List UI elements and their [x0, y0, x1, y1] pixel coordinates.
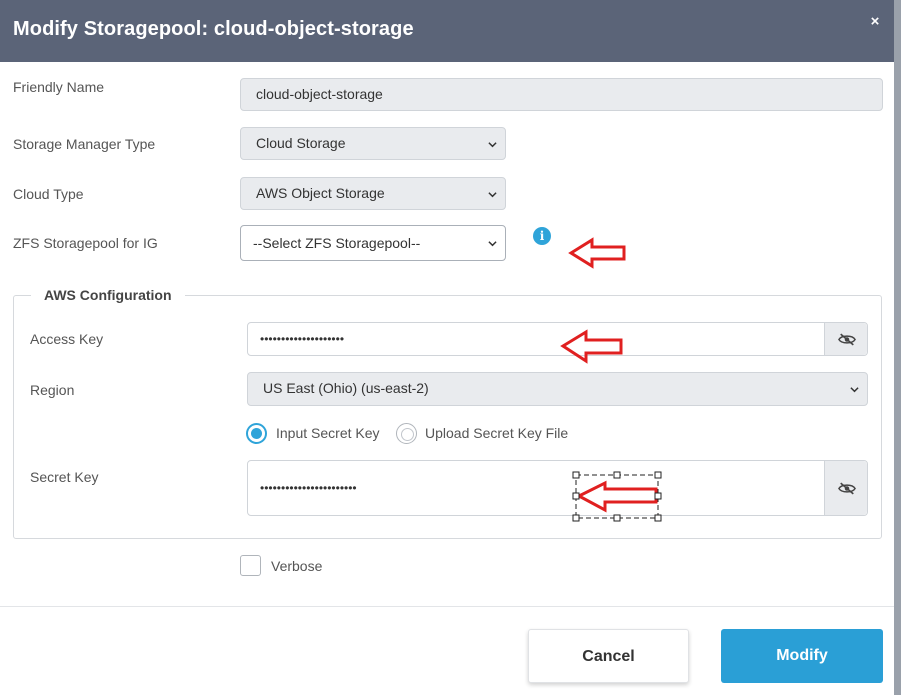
secret-key-label: Secret Key — [30, 469, 99, 485]
chevron-down-icon — [488, 142, 497, 148]
verbose-label[interactable]: Verbose — [271, 558, 322, 574]
annotation-arrow-icon — [568, 237, 626, 269]
dialog-title: Modify Storagepool: cloud-object-storage — [13, 18, 414, 40]
verbose-checkbox[interactable] — [240, 555, 261, 576]
storage-manager-type-select[interactable]: Cloud Storage — [240, 127, 506, 160]
aws-configuration-legend: AWS Configuration — [31, 287, 185, 303]
cloud-type-label: Cloud Type — [13, 186, 84, 202]
zfs-storagepool-label: ZFS Storagepool for IG — [13, 235, 158, 251]
upload-secret-key-file-label[interactable]: Upload Secret Key File — [425, 425, 568, 441]
cloud-type-select[interactable]: AWS Object Storage — [240, 177, 506, 210]
cloud-type-value: AWS Object Storage — [256, 185, 385, 201]
cancel-button[interactable]: Cancel — [528, 629, 689, 683]
secret-key-field[interactable]: ••••••••••••••••••••••• — [247, 460, 868, 516]
access-key-visibility-toggle[interactable] — [824, 323, 867, 355]
eye-slash-icon — [838, 333, 856, 346]
dialog-header: Modify Storagepool: cloud-object-storage… — [0, 0, 894, 62]
info-icon[interactable]: i — [533, 227, 551, 245]
annotation-selection-arrow-icon — [572, 471, 662, 522]
chevron-down-icon — [488, 192, 497, 198]
friendly-name-label: Friendly Name — [13, 79, 105, 95]
modify-button[interactable]: Modify — [721, 629, 883, 683]
access-key-label: Access Key — [30, 331, 104, 347]
region-value: US East (Ohio) (us-east-2) — [263, 380, 429, 396]
secret-key-value: ••••••••••••••••••••••• — [260, 481, 357, 495]
friendly-name-field[interactable]: cloud-object-storage — [240, 78, 883, 111]
storage-manager-type-value: Cloud Storage — [256, 135, 346, 151]
secret-key-visibility-toggle[interactable] — [824, 461, 867, 515]
region-label: Region — [30, 382, 75, 398]
input-secret-key-radio[interactable] — [246, 423, 267, 444]
access-key-value: •••••••••••••••••••• — [260, 332, 345, 346]
access-key-field[interactable]: •••••••••••••••••••• — [247, 322, 868, 356]
zfs-storagepool-select[interactable]: --Select ZFS Storagepool-- — [240, 225, 506, 261]
input-secret-key-label[interactable]: Input Secret Key — [276, 425, 380, 441]
window-edge — [894, 0, 901, 695]
footer-divider — [0, 606, 894, 607]
close-icon[interactable]: × — [866, 13, 884, 31]
region-select[interactable]: US East (Ohio) (us-east-2) — [247, 372, 868, 406]
chevron-down-icon — [488, 241, 497, 247]
modify-storagepool-dialog: Modify Storagepool: cloud-object-storage… — [0, 0, 894, 695]
annotation-arrow-icon — [560, 329, 623, 364]
chevron-down-icon — [850, 387, 859, 393]
eye-slash-icon — [838, 482, 856, 495]
upload-secret-key-file-radio[interactable] — [396, 423, 417, 444]
zfs-storagepool-value: --Select ZFS Storagepool-- — [253, 235, 421, 251]
storage-manager-type-label: Storage Manager Type — [13, 136, 156, 152]
